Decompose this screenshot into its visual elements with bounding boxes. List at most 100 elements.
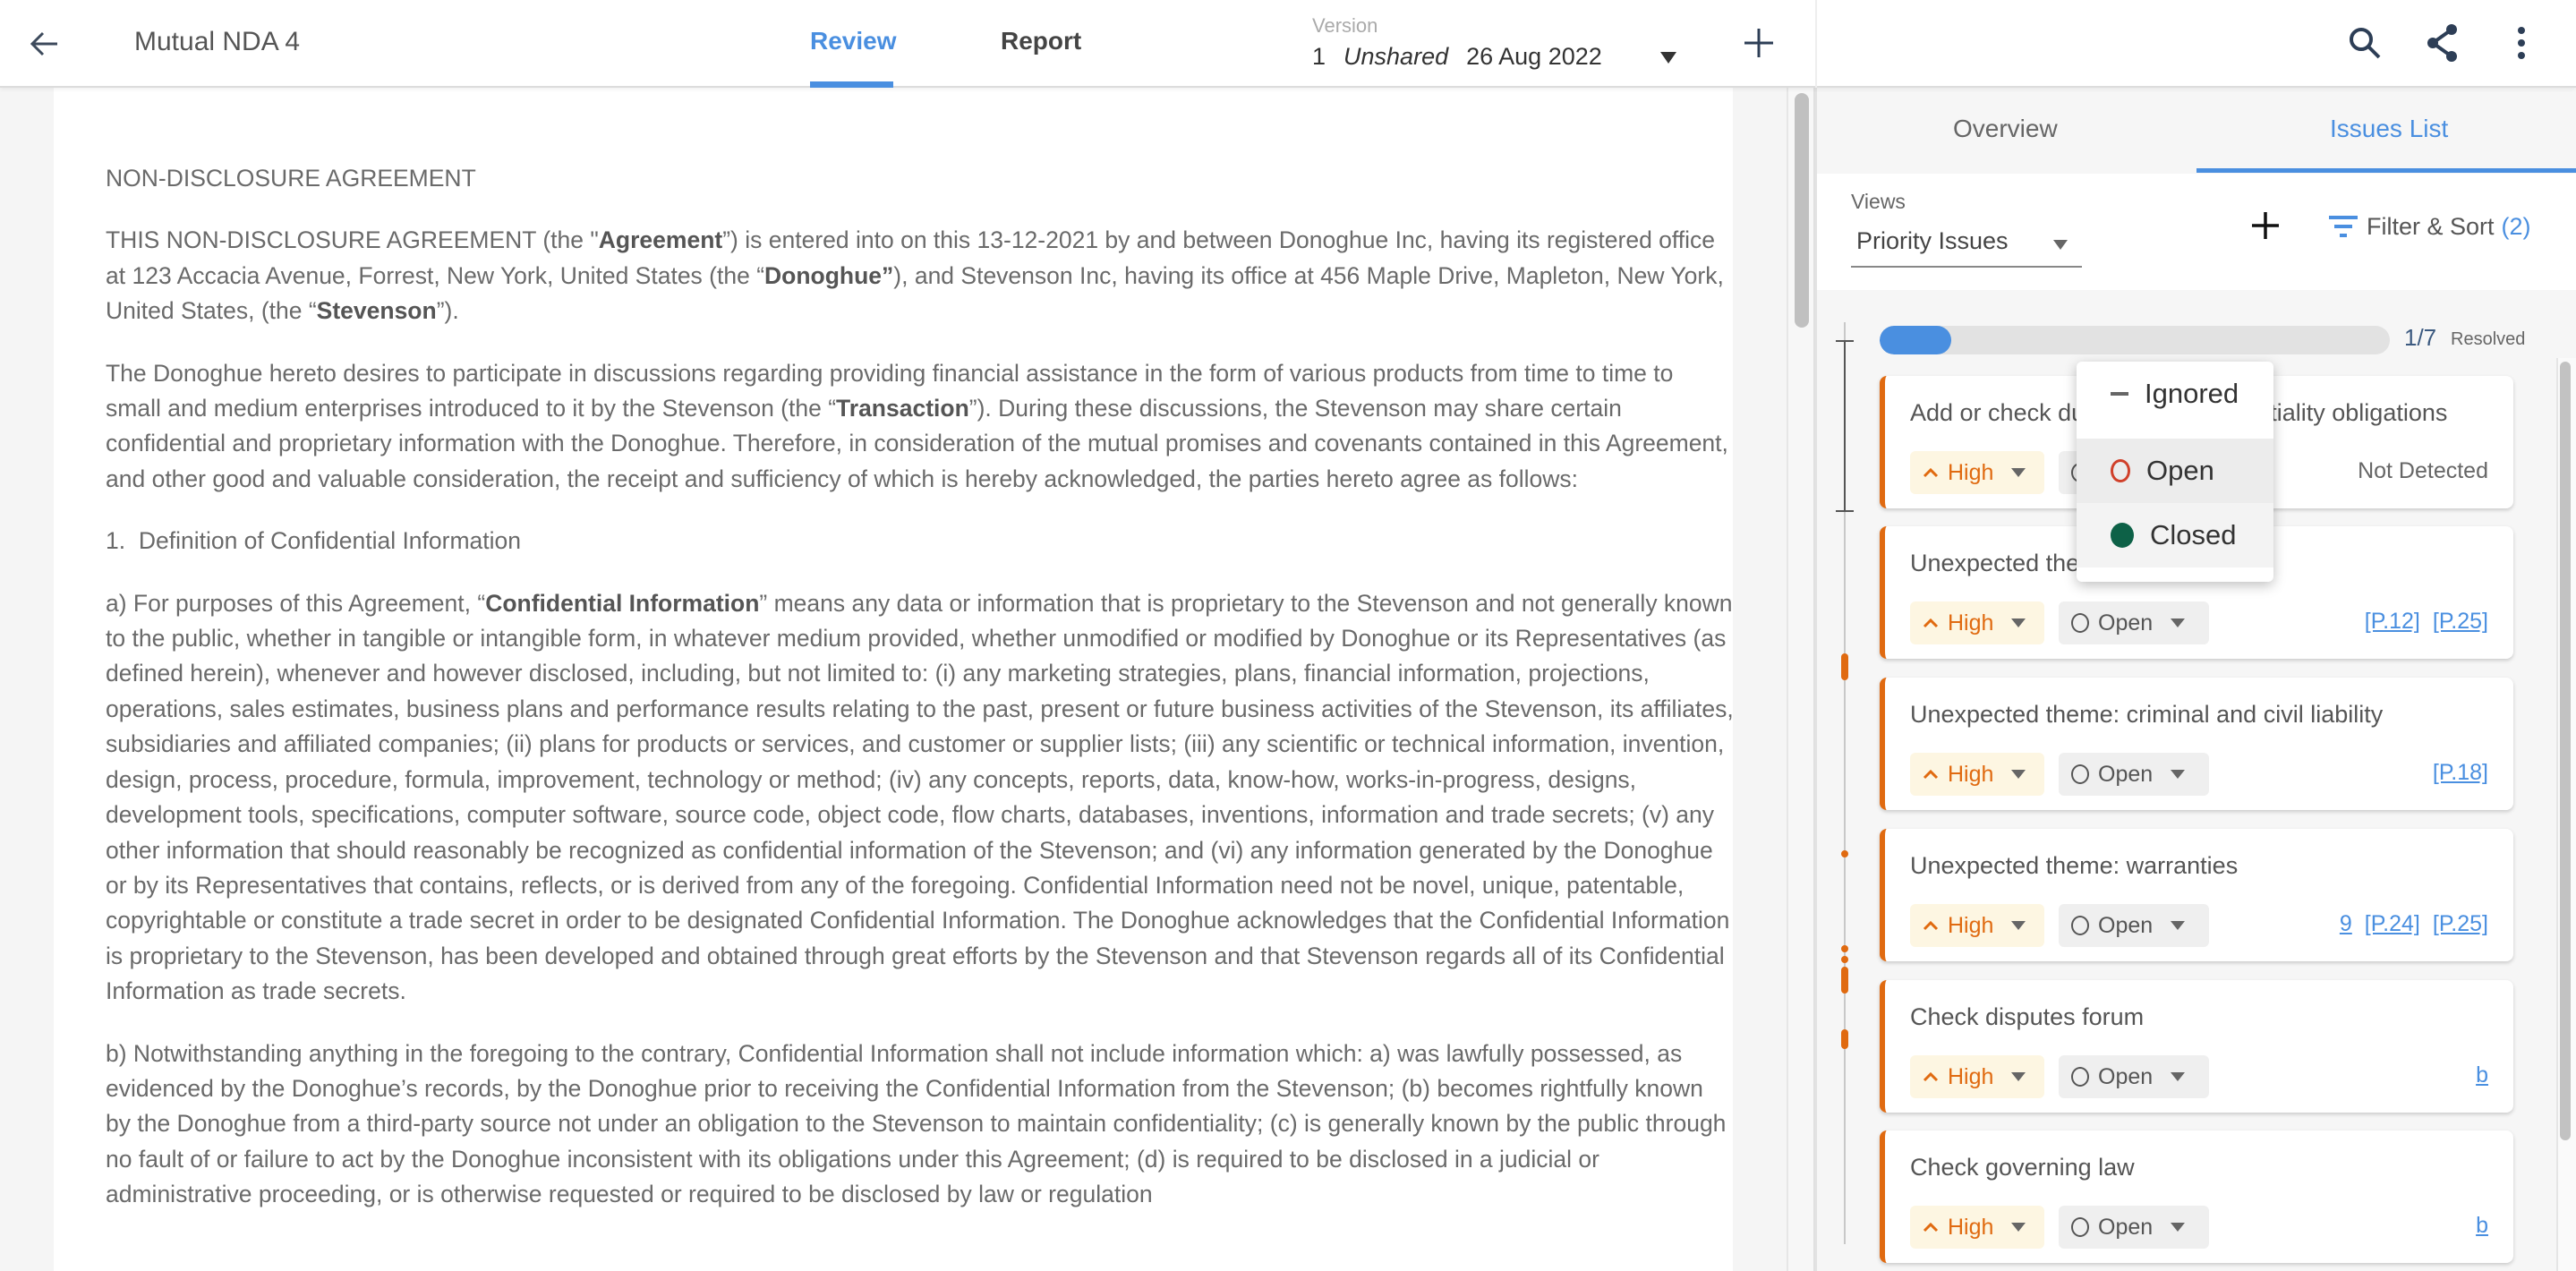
issue-card[interactable]: Check disputes forum High Open b (1880, 980, 2513, 1113)
document-paragraph: THIS NON-DISCLOSURE AGREEMENT (the "Agre… (106, 226, 1724, 325)
open-circle-icon (2071, 1067, 2089, 1087)
version-status: Unshared (1343, 43, 1449, 70)
add-view-button[interactable] (2249, 209, 2282, 242)
chevron-up-icon (1923, 618, 1939, 628)
timeline-marker[interactable] (1841, 956, 1848, 963)
document-content: NON-DISCLOSURE AGREEMENT THIS NON-DISCLO… (106, 161, 1733, 1240)
timeline-marker[interactable] (1841, 850, 1848, 857)
issue-references: [P.12] [P.25] (2365, 609, 2488, 635)
chevron-up-icon (1923, 1071, 1939, 1082)
issue-references: b (2476, 1213, 2488, 1239)
tab-active-indicator (810, 81, 893, 88)
status-select[interactable]: Open (2059, 1055, 2209, 1098)
tab-report[interactable]: Report (1001, 27, 1081, 55)
timeline-bracket-cap (1836, 340, 1854, 342)
document-page: NON-DISCLOSURE AGREEMENT THIS NON-DISCLO… (54, 88, 1733, 1271)
priority-select[interactable]: High (1910, 753, 2044, 796)
timeline-bracket-cap (1836, 510, 1854, 512)
progress-track (1880, 326, 2390, 354)
open-circle-icon (2071, 916, 2089, 935)
caret-down-icon (2011, 1072, 2026, 1081)
issue-title: Check governing law (1910, 1154, 2135, 1181)
filter-sort-button[interactable]: Filter & Sort (2) (2327, 213, 2531, 241)
priority-select[interactable]: High (1910, 904, 2044, 947)
timeline-marker[interactable] (1841, 945, 1848, 952)
more-options-button[interactable] (2502, 23, 2541, 63)
divider (1815, 0, 1817, 88)
chevron-up-icon (1923, 467, 1939, 478)
status-dropdown-menu: Ignored Open Closed (2077, 362, 2273, 582)
document-paragraph: b) Notwithstanding anything in the foreg… (106, 1039, 1727, 1208)
menu-item-closed[interactable]: Closed (2077, 503, 2273, 567)
status-select[interactable]: Open (2059, 1206, 2209, 1249)
dash-icon (2111, 392, 2128, 396)
issue-references: 9 [P.24] [P.25] (2340, 911, 2488, 937)
page-reference-link[interactable]: [P.25] (2433, 609, 2488, 635)
status-select[interactable]: Open (2059, 753, 2209, 796)
chevron-down-icon[interactable] (1660, 52, 1676, 64)
caret-down-icon (2011, 468, 2026, 477)
issue-card[interactable]: Unexpected theme: warranties High Open 9… (1880, 829, 2513, 961)
issue-card[interactable]: Check governing law High Open b (1880, 1130, 2513, 1263)
priority-select[interactable]: High (1910, 1055, 2044, 1098)
progress-count: 1/7 (2404, 324, 2437, 351)
search-button[interactable] (2345, 23, 2384, 63)
document-scrollbar-thumb[interactable] (1795, 93, 1809, 328)
views-selected-value: Priority Issues (1856, 227, 2009, 254)
caret-down-icon (2011, 618, 2026, 627)
back-button[interactable] (25, 25, 63, 63)
issue-title: Unexpected theme: criminal and civil lia… (1910, 701, 2384, 728)
issue-title: Unexpected theme: warranties (1910, 852, 2239, 879)
share-icon (2427, 24, 2457, 62)
priority-select[interactable]: High (1910, 601, 2044, 644)
views-label: Views (1851, 190, 1906, 213)
priority-select[interactable]: High (1910, 451, 2044, 494)
status-select[interactable]: Open (2059, 904, 2209, 947)
filter-sort-label: Filter & Sort (2367, 213, 2495, 240)
version-label: Version (1312, 14, 1378, 37)
issues-scrollbar-thumb[interactable] (2560, 362, 2571, 1140)
page-reference-link[interactable]: 9 (2340, 911, 2352, 937)
plus-icon (2252, 212, 2279, 239)
timeline-marker[interactable] (1841, 967, 1848, 994)
arrow-left-icon (30, 31, 57, 56)
tab-active-indicator (2196, 168, 2576, 173)
resolved-progress: 1/7 Resolved (1817, 320, 2576, 356)
caret-down-icon (2171, 921, 2186, 930)
top-bar: Mutual NDA 4 Review Report Version 1 Uns… (0, 0, 2576, 88)
chevron-up-icon (1923, 920, 1939, 931)
tab-overview[interactable]: Overview (1953, 115, 2058, 143)
menu-item-open[interactable]: Open (2077, 439, 2273, 503)
filter-icon (2329, 215, 2358, 237)
page-reference-link[interactable]: [P.25] (2433, 911, 2488, 937)
version-date: 26 Aug 2022 (1466, 43, 1602, 70)
not-detected-label: Not Detected (2358, 458, 2488, 483)
add-version-button[interactable] (1741, 25, 1777, 61)
document-paragraph: a) For purposes of this Agreement, “Conf… (106, 589, 1733, 1005)
tab-review[interactable]: Review (810, 27, 897, 55)
page-reference-link[interactable]: [P.24] (2365, 911, 2420, 937)
timeline-marker[interactable] (1841, 1029, 1848, 1049)
version-number: 1 (1312, 43, 1326, 70)
page-reference-link[interactable]: b (2476, 1213, 2488, 1239)
menu-item-ignored[interactable]: Ignored (2077, 362, 2273, 426)
open-circle-icon (2111, 459, 2130, 482)
page-reference-link[interactable]: [P.18] (2433, 760, 2488, 786)
caret-down-icon (2011, 921, 2026, 930)
timeline-viewport-bracket (1844, 340, 1846, 511)
document-heading: NON-DISCLOSURE AGREEMENT (106, 165, 476, 192)
chevron-up-icon (1923, 769, 1939, 780)
issue-references: b (2476, 1062, 2488, 1088)
priority-select[interactable]: High (1910, 1206, 2044, 1249)
issue-card[interactable]: Unexpected theme: criminal and civil lia… (1880, 678, 2513, 810)
issue-references: [P.18] (2433, 760, 2488, 786)
views-select[interactable]: Priority Issues (1851, 218, 2082, 268)
page-reference-link[interactable]: [P.12] (2365, 609, 2420, 635)
tab-issues-list[interactable]: Issues List (2330, 115, 2448, 143)
timeline-marker[interactable] (1841, 653, 1848, 680)
page-reference-link[interactable]: b (2476, 1062, 2488, 1088)
share-button[interactable] (2423, 23, 2462, 63)
views-bar: Views Priority Issues Filter & Sort (2) (1817, 174, 2576, 290)
status-select[interactable]: Open (2059, 601, 2209, 644)
version-select[interactable]: 1 Unshared 26 Aug 2022 (1312, 43, 1602, 71)
